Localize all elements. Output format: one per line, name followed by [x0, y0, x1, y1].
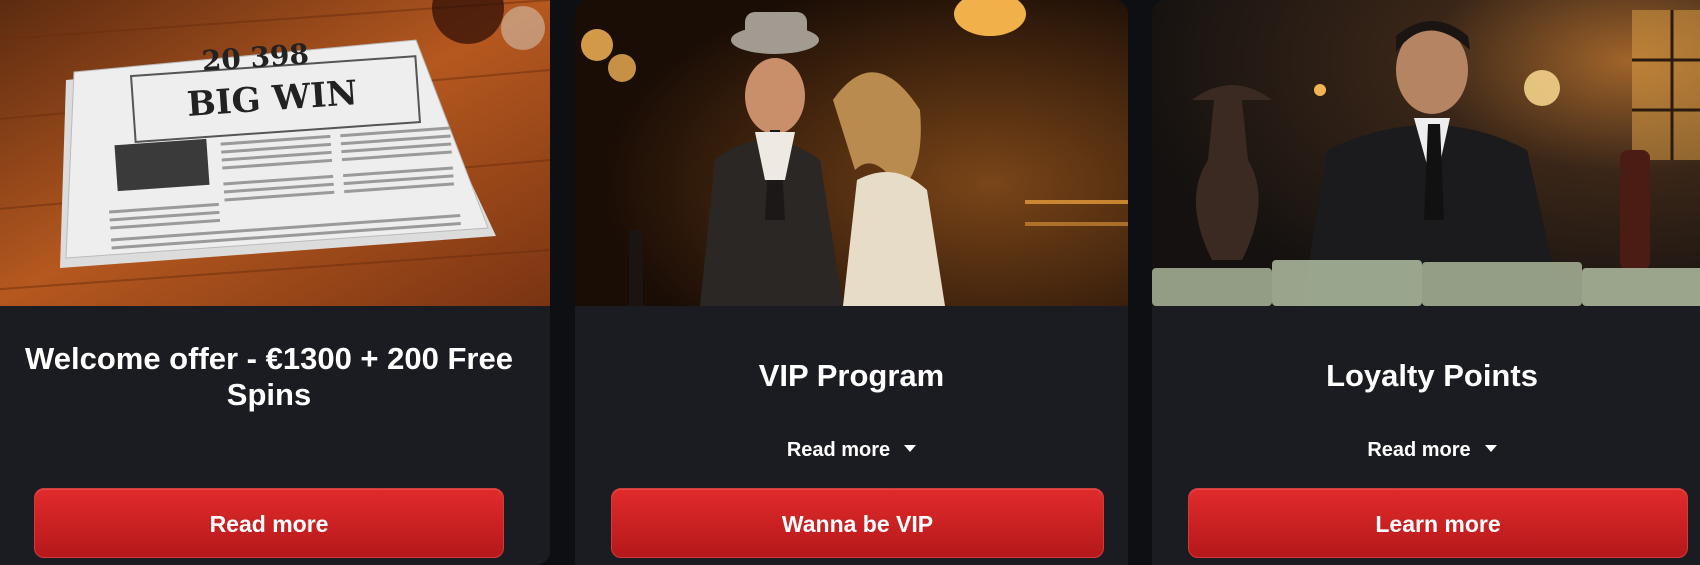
learn-more-button[interactable]: Learn more [1188, 488, 1688, 558]
read-more-label: Read more [1367, 439, 1471, 461]
promo-title: Loyalty Points [1326, 358, 1538, 393]
vip-couple-illustration [575, 0, 1128, 306]
read-more-label: Read more [786, 439, 891, 461]
chevron-down-icon [904, 445, 917, 453]
promo-title: VIP Program [758, 358, 945, 393]
promo-card-loyalty-points: Loyalty Points Read more Learn more [1152, 0, 1700, 565]
promo-card-vip-program: VIP Program Read more Wanna be VIP [575, 0, 1128, 565]
read-more-toggle[interactable]: Read more [575, 437, 1128, 463]
promo-card-welcome-offer: 20 398 BIG WIN Welcome offer - €1300 + 2… [0, 0, 550, 565]
read-more-button[interactable]: Read more [34, 488, 504, 558]
read-more-toggle[interactable]: Read more [1152, 437, 1700, 463]
chevron-down-icon [1484, 445, 1497, 453]
promo-title: Welcome offer - €1300 + 200 Free Spins [25, 341, 513, 412]
gangster-money-illustration [1152, 0, 1700, 306]
wanna-be-vip-button[interactable]: Wanna be VIP [611, 488, 1104, 558]
promotions-row: 20 398 BIG WIN Welcome offer - €1300 + 2… [0, 0, 1700, 565]
newspaper-illustration: 20 398 BIG WIN [0, 0, 550, 306]
